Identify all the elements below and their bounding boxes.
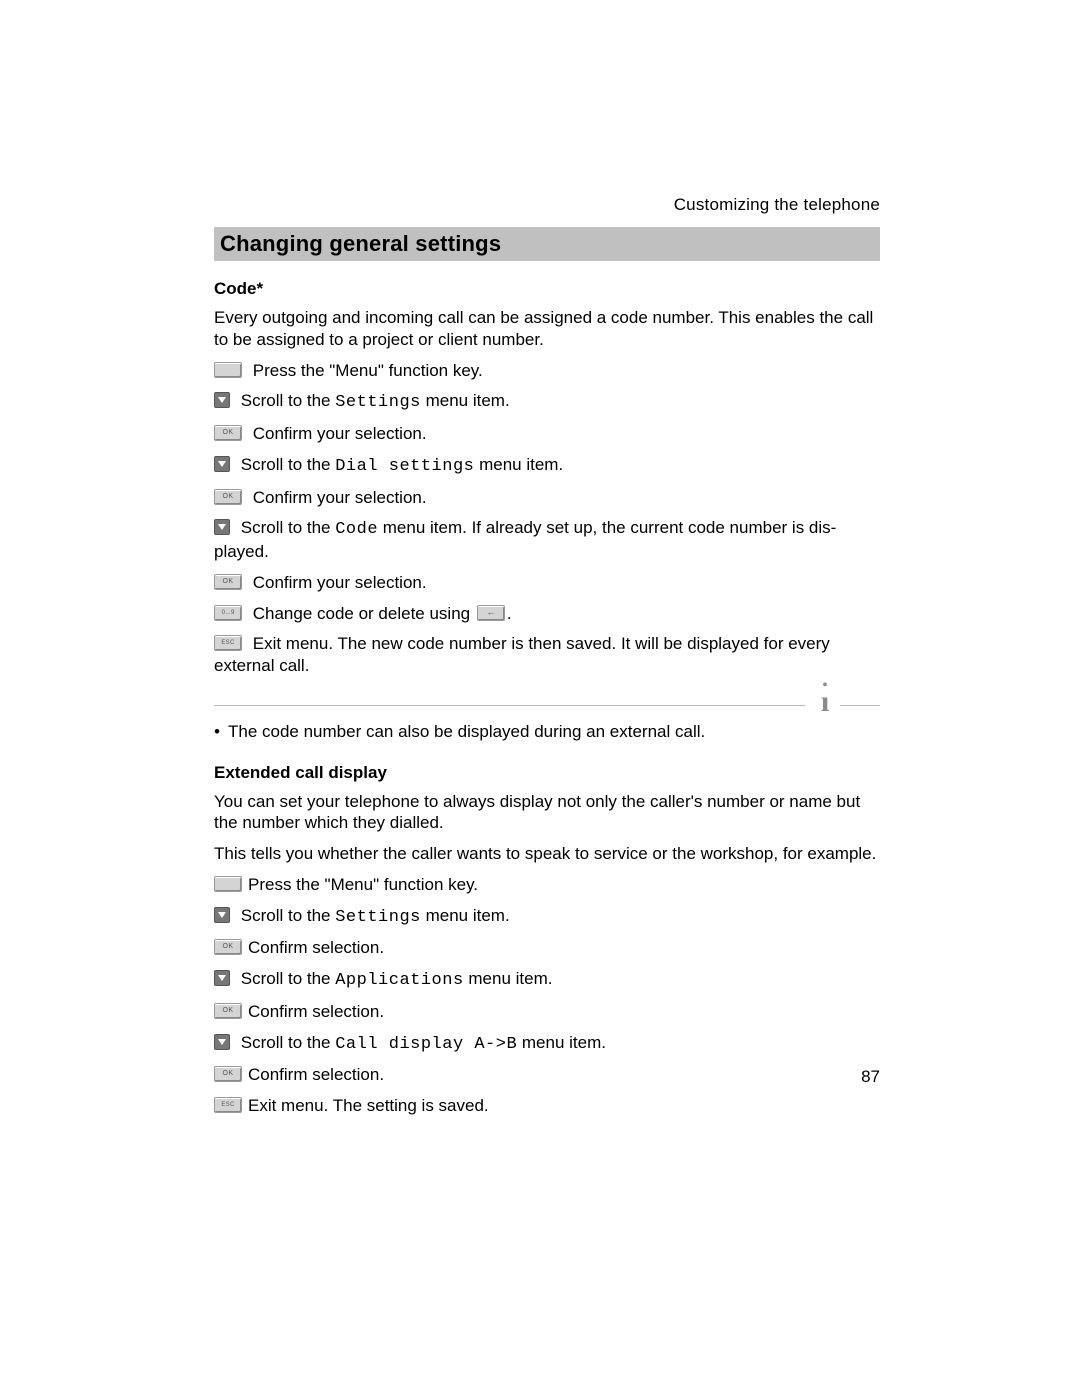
step-menu-key: Press the "Menu" function key.: [214, 360, 880, 382]
step-confirm: Confirm your selection.: [214, 487, 880, 509]
step-text: menu item.: [421, 906, 510, 925]
subheading-extended-call-display: Extended call display: [214, 763, 880, 783]
step-text: menu item.: [474, 455, 563, 474]
step-confirm: Confirm selection.: [214, 937, 880, 959]
document-page: Customizing the telephone Changing gener…: [0, 0, 1080, 1397]
step-scroll-dial-settings: Scroll to the Dial settings menu item.: [214, 454, 880, 478]
ok-key-icon: [214, 489, 242, 505]
step-text: Scroll to the: [241, 518, 336, 537]
esc-key-icon: [214, 1097, 242, 1113]
step-text: Confirm selection.: [248, 938, 384, 957]
menu-name: Settings: [335, 908, 421, 927]
step-confirm: Confirm selection.: [214, 1064, 880, 1086]
step-text: Press the "Menu" function key.: [253, 361, 483, 380]
step-scroll-settings: Scroll to the Settings menu item.: [214, 905, 880, 929]
subheading-code: Code*: [214, 279, 880, 299]
info-icon: ı: [810, 683, 840, 717]
step-text: Scroll to the: [241, 455, 336, 474]
menu-key-icon: [214, 362, 242, 378]
page-title: Changing general settings: [214, 227, 880, 261]
step-text: Change code or delete using: [253, 604, 475, 623]
step-exit-save: Exit menu. The new code number is then s…: [214, 633, 880, 677]
intro-ecd-2: This tells you whether the caller wants …: [214, 843, 880, 865]
step-text: Confirm your selection.: [253, 424, 427, 443]
menu-key-icon: [214, 876, 242, 892]
step-text: Exit menu. The new code number is then s…: [214, 634, 830, 675]
menu-name: Settings: [335, 393, 421, 412]
ok-key-icon: [214, 425, 242, 441]
menu-name: Dial settings: [335, 457, 474, 476]
step-text: Confirm selection.: [248, 1065, 384, 1084]
menu-name: Code: [335, 520, 378, 539]
step-text: Press the "Menu" function key.: [248, 875, 478, 894]
divider-line: [214, 705, 805, 706]
step-text: Scroll to the: [241, 1033, 336, 1052]
step-text: Scroll to the: [241, 391, 336, 410]
step-scroll-code: Scroll to the Code menu item. If already…: [214, 517, 880, 563]
step-text: menu item.: [464, 969, 553, 988]
step-confirm: Confirm your selection.: [214, 572, 880, 594]
ok-key-icon: [214, 574, 242, 590]
step-scroll-call-display: Scroll to the Call display A->B menu ite…: [214, 1032, 880, 1056]
step-text: menu item.: [421, 391, 510, 410]
info-note: The code number can also be displayed du…: [214, 721, 880, 743]
step-confirm: Confirm selection.: [214, 1001, 880, 1023]
clear-key-icon: [477, 605, 505, 621]
step-scroll-settings: Scroll to the Settings menu item.: [214, 390, 880, 414]
ok-key-icon: [214, 1066, 242, 1082]
arrow-down-icon: [214, 392, 230, 408]
page-number: 87: [861, 1067, 880, 1087]
arrow-down-icon: [214, 907, 230, 923]
intro-code: Every outgoing and incoming call can be …: [214, 307, 880, 351]
step-text: Scroll to the: [241, 906, 336, 925]
step-scroll-applications: Scroll to the Applications menu item.: [214, 968, 880, 992]
menu-name: Call display A->B: [335, 1035, 517, 1054]
step-text: Scroll to the: [241, 969, 336, 988]
step-change-code: Change code or delete using .: [214, 603, 880, 625]
menu-name: Applications: [335, 971, 463, 990]
step-text: Confirm selection.: [248, 1002, 384, 1021]
step-menu-key: Press the "Menu" function key.: [214, 874, 880, 896]
arrow-down-icon: [214, 1034, 230, 1050]
step-text: Confirm your selection.: [253, 488, 427, 507]
step-exit-save: Exit menu. The setting is saved.: [214, 1095, 880, 1117]
step-text: .: [507, 604, 512, 623]
divider-line: [840, 705, 880, 706]
info-divider: ı: [214, 687, 880, 715]
step-confirm: Confirm your selection.: [214, 423, 880, 445]
step-text: Exit menu. The setting is saved.: [248, 1096, 489, 1115]
running-header: Customizing the telephone: [214, 195, 880, 215]
arrow-down-icon: [214, 970, 230, 986]
ok-key-icon: [214, 1003, 242, 1019]
esc-key-icon: [214, 635, 242, 651]
arrow-down-icon: [214, 519, 230, 535]
arrow-down-icon: [214, 456, 230, 472]
ok-key-icon: [214, 939, 242, 955]
intro-ecd-1: You can set your telephone to always dis…: [214, 791, 880, 835]
step-text: Confirm your selection.: [253, 573, 427, 592]
digits-key-icon: [214, 605, 242, 621]
step-text: menu item.: [517, 1033, 606, 1052]
